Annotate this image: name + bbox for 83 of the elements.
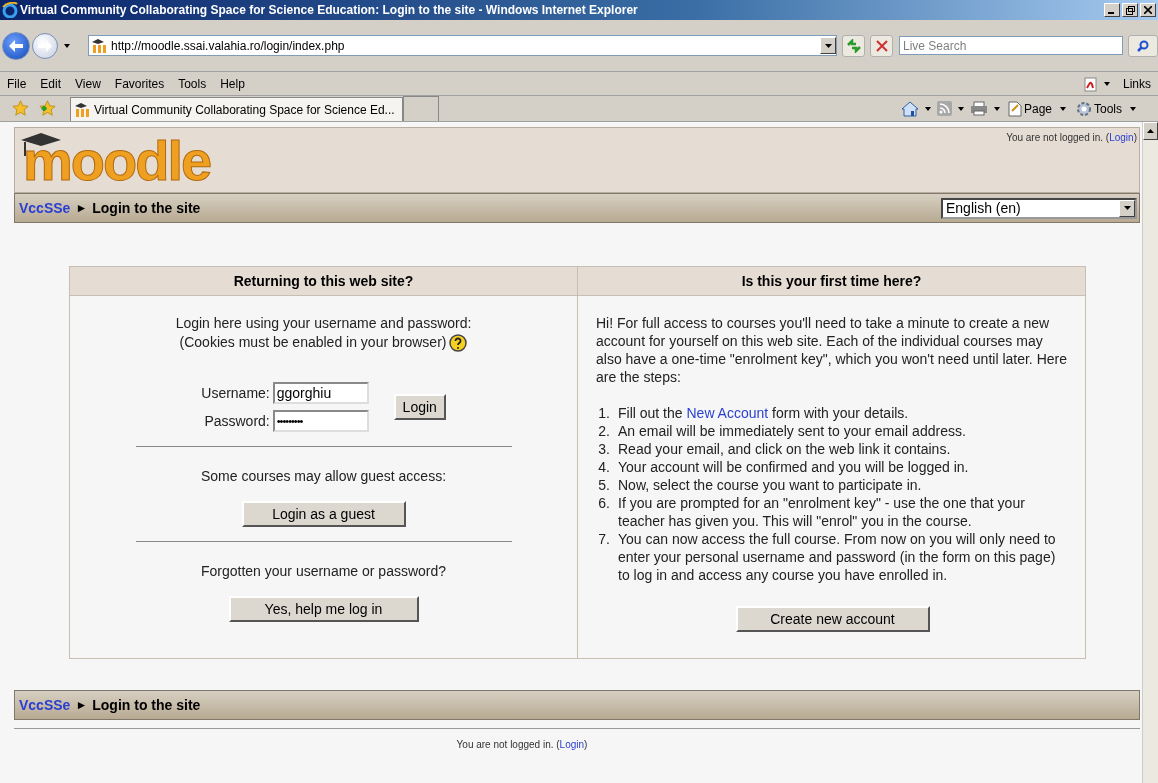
login-button[interactable]: Login [393, 394, 446, 421]
login-link[interactable]: Login [1109, 132, 1134, 143]
breadcrumb-current: Login to the site [92, 697, 201, 713]
restore-icon [1125, 5, 1135, 15]
menu-item[interactable]: Help [213, 76, 252, 91]
column-heading: Returning to this web site? [70, 267, 577, 296]
step-text: You can now access the full course. From now on you will only need to enter your personal username and password (in the form on this page) to log in and access any course you have enrolled in. [618, 530, 1057, 584]
menu-item[interactable]: View [68, 76, 108, 91]
refresh-button[interactable] [842, 34, 865, 57]
moodle-icon [92, 38, 108, 53]
breadcrumb-home-link[interactable]: VccSSe [19, 200, 71, 216]
step-number: 5. [597, 476, 611, 494]
forward-arrow-icon [38, 39, 52, 52]
scrollbar[interactable] [1142, 122, 1158, 783]
step-text: If you are prompted for an "enrolment key" - use the one that your teacher has given you. This will "enrol" you in the course. [618, 494, 1026, 530]
pdf-icon[interactable] [1082, 75, 1098, 92]
address-field[interactable]: http://moodle.ssai.valahia.ro/login/index.php [88, 35, 837, 56]
menu-item[interactable]: Tools [171, 76, 214, 91]
guest-access-text: Some courses may allow guest access: [200, 467, 447, 487]
window-title: Virtual Community Collaborating Space for Science Education: Login to the site - Windows Internet Explorer [20, 3, 639, 17]
maximize-button[interactable] [1122, 3, 1138, 17]
tools-menu-button[interactable]: Tools [1074, 100, 1144, 117]
help-icon[interactable] [449, 334, 468, 353]
gear-icon [1076, 100, 1092, 117]
username-field[interactable]: ggorghiu [272, 382, 369, 405]
step-number: 3. [597, 440, 611, 458]
breadcrumb-separator: ► [75, 698, 88, 712]
username-label: Username: [201, 385, 270, 402]
password-help-button[interactable]: Yes, help me log in [228, 596, 419, 623]
forgot-password-text: Forgotten your username or password? [200, 562, 447, 582]
menu-item[interactable]: Edit [33, 76, 69, 91]
footer-login-status: You are not logged in. (Login) [456, 739, 588, 750]
login-status-text: You are not logged in. (Login) [1006, 132, 1137, 143]
page-menu-button[interactable]: Page [1005, 100, 1074, 117]
password-label: Password: [203, 413, 270, 430]
step-text: Read your email, and click on the web link it contains. [618, 440, 952, 458]
stop-icon [875, 39, 888, 52]
search-button[interactable] [1128, 34, 1158, 57]
create-account-button[interactable]: Create new account [735, 606, 930, 632]
scroll-up-icon[interactable] [1147, 129, 1154, 133]
breadcrumb-current: Login to the site [92, 200, 201, 216]
column-heading: Is this your first time here? [577, 267, 1085, 296]
refresh-icon [846, 38, 861, 53]
browser-tab[interactable]: Virtual Community Collaborating Space for Science Ed... [70, 97, 403, 121]
back-arrow-icon [9, 39, 23, 52]
stop-button[interactable] [870, 34, 893, 57]
breadcrumb-separator: ► [75, 201, 88, 215]
menu-item[interactable]: Favorites [107, 76, 172, 91]
password-field[interactable]: ••••••••• [272, 410, 369, 433]
favorites-star-icon[interactable] [12, 100, 29, 117]
home-icon[interactable] [900, 100, 919, 117]
close-icon [1144, 6, 1152, 14]
page-icon [1007, 100, 1022, 117]
history-dropdown-icon[interactable] [64, 43, 70, 48]
new-account-link[interactable]: New Account [686, 405, 769, 421]
moodle-logo: moodle [19, 128, 241, 186]
step-number: 6. [597, 494, 611, 513]
step-text: An email will be immediately sent to your email address. [618, 422, 967, 440]
search-icon [1137, 39, 1149, 52]
forward-button[interactable] [32, 32, 58, 59]
close-button[interactable] [1140, 3, 1156, 17]
print-icon[interactable] [969, 101, 988, 116]
dropdown-arrow-icon [1123, 206, 1131, 210]
step-number: 2. [597, 422, 611, 440]
language-select[interactable]: English (en) [941, 197, 1137, 219]
back-button[interactable] [2, 31, 30, 60]
step-text: Fill out the New Account form with your details. [618, 404, 910, 422]
signup-intro: Hi! For full access to courses you'll need to take a minute to create a new account for yourself on this web site. Each of the individual courses may also have a one-time "enrolment key", which you won't need until later. Here are the steps: [596, 314, 1068, 386]
dropdown-arrow-icon [824, 43, 832, 48]
browser-logo-icon [2, 2, 18, 18]
step-number: 7. [597, 530, 611, 549]
step-number: 1. [597, 404, 611, 422]
guest-login-button[interactable]: Login as a guest [241, 501, 406, 528]
search-field[interactable]: Live Search [899, 36, 1123, 55]
step-text: Now, select the course you want to participate in. [618, 476, 923, 494]
moodle-icon [75, 102, 91, 117]
step-text: Your account will be confirmed and you will be logged in. [618, 458, 970, 476]
menu-item[interactable]: File [0, 76, 34, 91]
minimize-button[interactable] [1104, 3, 1120, 17]
links-menu[interactable]: Links [1116, 76, 1158, 91]
step-number: 4. [597, 458, 611, 476]
breadcrumb-home-link[interactable]: VccSSe [19, 697, 71, 713]
login-instructions: Login here using your username and password: (Cookies must be enabled in your browser) [175, 314, 472, 353]
